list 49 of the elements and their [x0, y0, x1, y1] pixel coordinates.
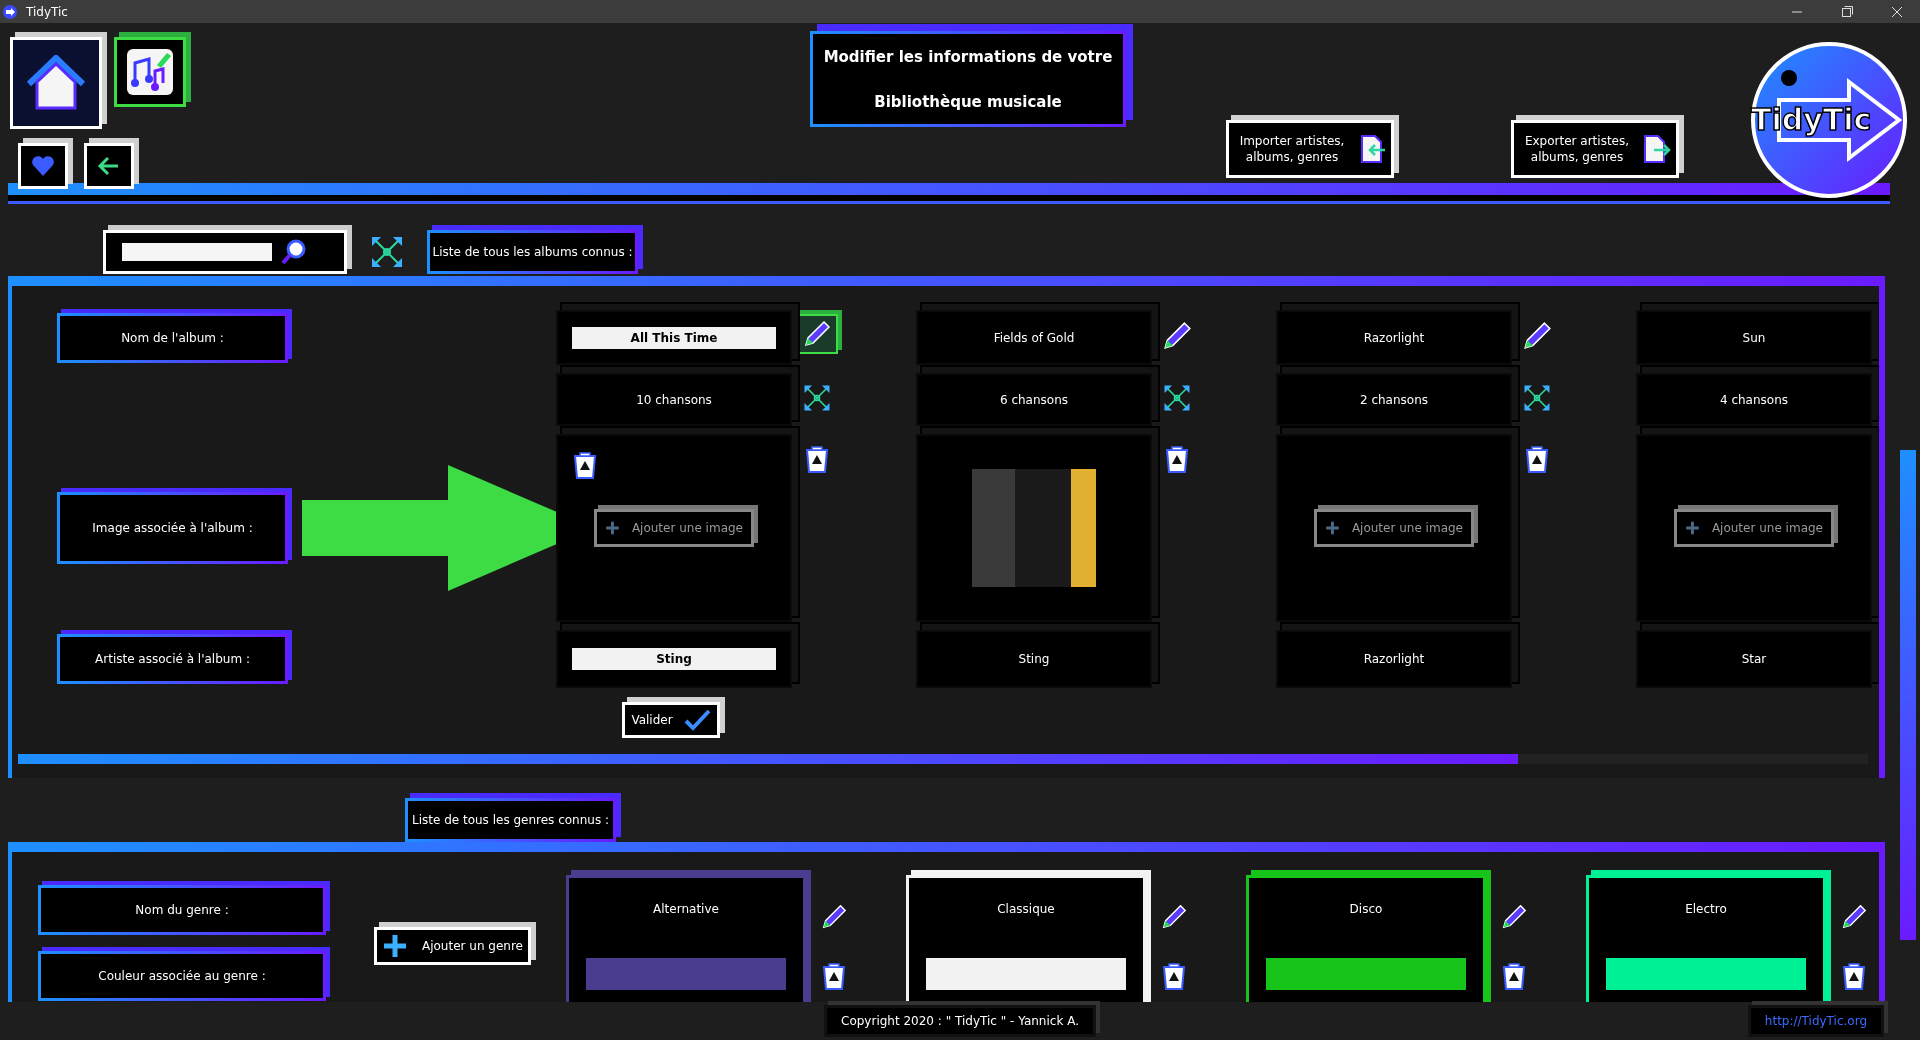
- genre-name: Electro: [1685, 902, 1727, 916]
- song-count: 10 chansons: [636, 392, 712, 407]
- trash-icon[interactable]: [1161, 961, 1187, 991]
- horizontal-scrollbar[interactable]: [18, 754, 1868, 764]
- pencil-icon[interactable]: [1161, 320, 1193, 352]
- expand-icon[interactable]: [369, 234, 405, 270]
- album-name: Fields of Gold: [993, 330, 1075, 345]
- song-count: 2 chansons: [1359, 392, 1429, 407]
- checkmark-icon: [682, 708, 711, 732]
- search-icon: [280, 238, 308, 266]
- pencil-icon: [802, 319, 832, 349]
- album-name-field[interactable]: All This Time: [572, 326, 776, 349]
- window-title: TidyTic: [26, 4, 68, 19]
- trash-icon[interactable]: [572, 450, 598, 480]
- expand-icon[interactable]: [802, 383, 832, 413]
- album-artist-field[interactable]: Sting: [572, 648, 776, 670]
- genre-name: Classique: [997, 902, 1055, 916]
- album-name: Razorlight: [1363, 330, 1425, 345]
- pencil-icon[interactable]: [1840, 903, 1868, 931]
- pencil-icon[interactable]: [820, 903, 848, 931]
- trash-icon[interactable]: [1501, 961, 1527, 991]
- trash-icon[interactable]: [1841, 961, 1867, 991]
- trash-icon[interactable]: [821, 961, 847, 991]
- album-name: Sun: [1742, 330, 1766, 345]
- album-artist: Sting: [1018, 652, 1050, 666]
- trash-icon[interactable]: [1524, 444, 1550, 474]
- expand-icon[interactable]: [1522, 383, 1552, 413]
- expand-icon[interactable]: [1162, 383, 1192, 413]
- song-count: 6 chansons: [999, 392, 1069, 407]
- logo-circle-icon: [1749, 40, 1909, 200]
- plus-icon: [382, 933, 408, 959]
- pencil-icon[interactable]: [1521, 320, 1553, 352]
- pencil-icon[interactable]: [1160, 903, 1188, 931]
- vertical-scrollbar-thumb[interactable]: [1900, 450, 1916, 940]
- song-count: 4 chansons: [1719, 392, 1789, 407]
- music-note-icon: [125, 47, 175, 97]
- pencil-icon[interactable]: [1500, 903, 1528, 931]
- genre-name: Disco: [1349, 902, 1383, 916]
- search-field[interactable]: [122, 243, 272, 261]
- scrollbar-thumb[interactable]: [18, 754, 1518, 764]
- file-export-icon: [1642, 134, 1672, 164]
- genre-name: Alternative: [653, 902, 719, 916]
- page-title: Modifier les informations de votre: [823, 47, 1113, 66]
- album-artist: Star: [1741, 652, 1767, 666]
- trash-icon[interactable]: [1164, 444, 1190, 474]
- album-artist: Razorlight: [1363, 652, 1425, 666]
- app-icon: [2, 3, 18, 20]
- page-subtitle: Bibliothèque musicale: [874, 92, 1062, 111]
- trash-icon[interactable]: [804, 444, 830, 474]
